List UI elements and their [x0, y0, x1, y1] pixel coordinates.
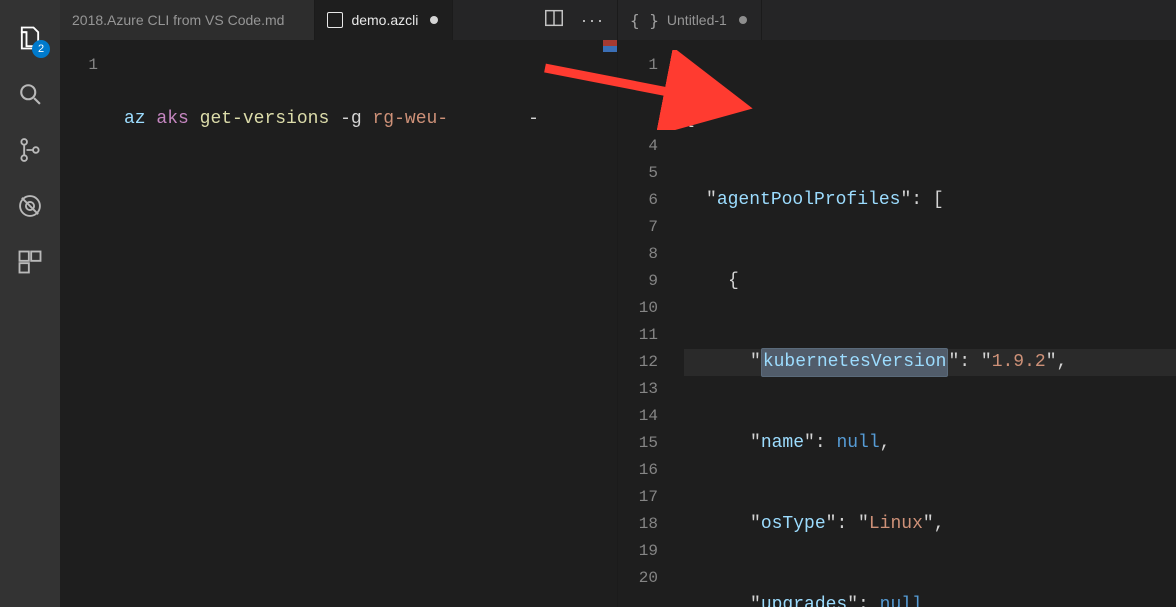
split-editor-button[interactable] — [543, 7, 565, 34]
code-surface-right[interactable]: 1 4 5 6 7 8 9 10 11 12 13 14 15 16 17 — [618, 40, 1176, 607]
editor-groups: 2018.Azure CLI from VS Code.md demo.azcl… — [60, 0, 1176, 607]
token-aks: aks — [156, 106, 188, 133]
activity-extensions[interactable] — [0, 234, 60, 290]
vscode-window: 2 2018.Azure CLI from VS Code.md — [0, 0, 1176, 607]
more-actions-button[interactable]: ··· — [581, 10, 605, 31]
tab-bar-left: 2018.Azure CLI from VS Code.md demo.azcl… — [60, 0, 617, 40]
activity-scm[interactable] — [0, 122, 60, 178]
split-icon — [543, 7, 565, 29]
activity-explorer[interactable]: 2 — [0, 10, 60, 66]
tab-label: 2018.Azure CLI from VS Code.md — [72, 12, 284, 28]
editor-pane-right: { } Untitled-1 1 4 5 6 7 8 9 10 11 — [618, 0, 1176, 607]
json-file-icon: { } — [630, 11, 659, 30]
code-right[interactable]: { "agentPoolProfiles": [ { "kubernetesVe… — [678, 40, 1176, 607]
token-flag: -g — [340, 106, 362, 133]
tab-label: demo.azcli — [351, 12, 418, 28]
gutter-left: 1 — [60, 40, 116, 607]
code-left[interactable]: az aks get-versions -g rg-weu-- — [116, 40, 617, 607]
modified-dot-icon — [739, 16, 747, 24]
tab-markdown-file[interactable]: 2018.Azure CLI from VS Code.md — [60, 0, 315, 40]
source-control-icon — [16, 136, 44, 164]
activity-debug[interactable] — [0, 178, 60, 234]
gutter-right: 1 4 5 6 7 8 9 10 11 12 13 14 15 16 17 — [618, 40, 678, 607]
modified-dot-icon — [430, 16, 438, 24]
token-resource-group: rg-weu- — [373, 106, 449, 133]
tab-actions-left: ··· — [531, 7, 617, 34]
activity-bar: 2 — [0, 0, 60, 607]
explorer-badge: 2 — [32, 40, 50, 58]
overview-ruler-left — [603, 40, 617, 607]
tab-label: Untitled-1 — [667, 12, 727, 28]
extensions-icon — [16, 248, 44, 276]
generic-file-icon — [327, 12, 343, 28]
token-cmd: get-versions — [200, 106, 330, 133]
activity-search[interactable] — [0, 66, 60, 122]
editor-pane-left: 2018.Azure CLI from VS Code.md demo.azcl… — [60, 0, 618, 607]
tab-bar-right: { } Untitled-1 — [618, 0, 1176, 40]
tab-untitled-json[interactable]: { } Untitled-1 — [618, 0, 762, 40]
tab-demo-azcli[interactable]: demo.azcli — [315, 0, 453, 40]
code-surface-left[interactable]: 1 az aks get-versions -g rg-weu-- — [60, 40, 617, 607]
debug-icon — [16, 192, 44, 220]
token-az: az — [124, 106, 146, 133]
search-icon — [16, 80, 44, 108]
